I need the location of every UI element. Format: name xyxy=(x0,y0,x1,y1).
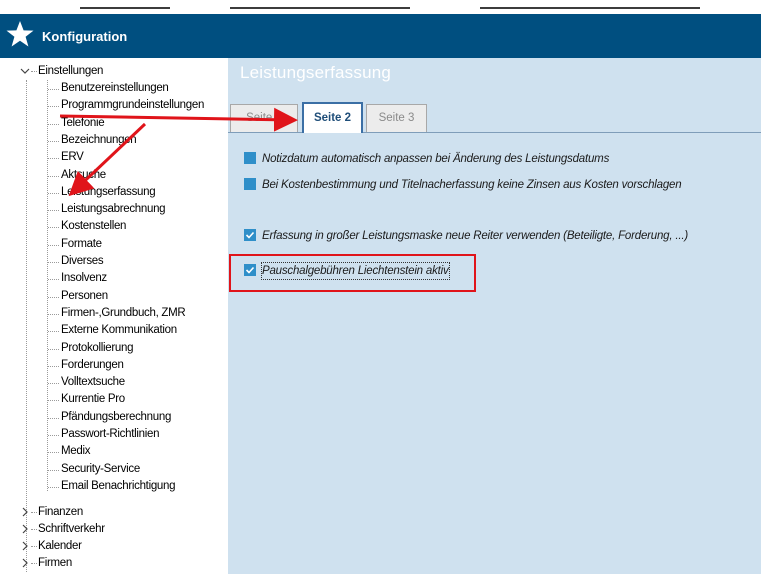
title-bar: Konfiguration xyxy=(0,14,761,58)
annotation-highlight-box xyxy=(229,254,476,292)
page-title: Leistungserfassung xyxy=(240,63,392,82)
tree-item-personen[interactable]: Personen xyxy=(61,288,108,304)
tree-item-passwort-richtlinien[interactable]: Passwort-Richtlinien xyxy=(61,426,159,442)
chevron-right-icon[interactable] xyxy=(20,524,30,534)
top-window-edge xyxy=(0,0,761,14)
tree-item-leistungserfassung[interactable]: Leistungserfassung xyxy=(61,184,156,200)
tree-item-volltextsuche[interactable]: Volltextsuche xyxy=(61,374,125,390)
tree-item-email-benachrichtigung[interactable]: Email Benachrichtigung xyxy=(61,478,176,494)
checkmark-icon xyxy=(245,231,255,239)
chevron-down-icon[interactable] xyxy=(20,66,30,76)
tree-item-benutzereinstellungen[interactable]: Benutzereinstellungen xyxy=(61,80,169,96)
tree-item-externe-kommunikation[interactable]: Externe Kommunikation xyxy=(61,322,177,338)
tree-item-kurrentie-pro[interactable]: Kurrentie Pro xyxy=(61,391,125,407)
tree-item-einstellungen[interactable]: Einstellungen xyxy=(38,63,103,79)
tree-item-programmgrundeinstellungen[interactable]: Programmgrundeinstellungen xyxy=(61,97,204,113)
tree-item-security-service[interactable]: Security-Service xyxy=(61,461,140,477)
tab-seite-2[interactable]: Seite 2 xyxy=(302,102,363,133)
checkbox-erfassung-reiter[interactable] xyxy=(244,229,256,241)
tree-item-kostenstellen[interactable]: Kostenstellen xyxy=(61,218,126,234)
option-label: Bei Kostenbestimmung und Titelnacherfass… xyxy=(262,179,682,191)
settings-tree[interactable]: Einstellungen Benutzereinstellungen Progr… xyxy=(0,58,228,574)
tab-seite-1[interactable]: Seite 1 xyxy=(230,104,298,132)
chevron-right-icon[interactable] xyxy=(20,558,30,568)
tree-item-pfändungsberechnung[interactable]: Pfändungsberechnung xyxy=(61,409,171,425)
tree-item-insolvenz[interactable]: Insolvenz xyxy=(61,270,107,286)
tree-item-bezeichnungen[interactable]: Bezeichnungen xyxy=(61,132,137,148)
tree-item-formate[interactable]: Formate xyxy=(61,236,102,252)
tree-item-firmen-grundbuch-zmr[interactable]: Firmen-,Grundbuch, ZMR xyxy=(61,305,186,321)
tree-item-medix[interactable]: Medix xyxy=(61,443,90,459)
star-icon xyxy=(6,21,34,47)
main-panel: Leistungserfassung Seite 1 Seite 2 Seite… xyxy=(228,58,761,574)
tree-item-firmen[interactable]: Firmen xyxy=(38,555,72,571)
tree-item-diverses[interactable]: Diverses xyxy=(61,253,104,269)
tree-item-erv[interactable]: ERV xyxy=(61,149,84,165)
tree-item-forderungen[interactable]: Forderungen xyxy=(61,357,124,373)
tree-item-aktsuche[interactable]: Aktsuche xyxy=(61,167,106,183)
tree-item-kalender[interactable]: Kalender xyxy=(38,538,82,554)
checkbox-kostenbestimmung[interactable] xyxy=(244,178,256,190)
app-title: Konfiguration xyxy=(42,29,128,44)
chevron-right-icon[interactable] xyxy=(20,541,30,551)
checkbox-notizdatum[interactable] xyxy=(244,152,256,164)
tree-item-telefonie[interactable]: Telefonie xyxy=(61,115,105,131)
chevron-right-icon[interactable] xyxy=(20,507,30,517)
tab-seite-3[interactable]: Seite 3 xyxy=(366,104,427,132)
option-label: Notizdatum automatisch anpassen bei Ände… xyxy=(262,153,610,165)
option-label: Erfassung in großer Leistungsmaske neue … xyxy=(262,230,688,242)
tree-item-protokollierung[interactable]: Protokollierung xyxy=(61,340,134,356)
tree-item-schriftverkehr[interactable]: Schriftverkehr xyxy=(38,521,105,537)
tree-item-leistungsabrechnung[interactable]: Leistungsabrechnung xyxy=(61,201,166,217)
tree-item-finanzen[interactable]: Finanzen xyxy=(38,504,83,520)
